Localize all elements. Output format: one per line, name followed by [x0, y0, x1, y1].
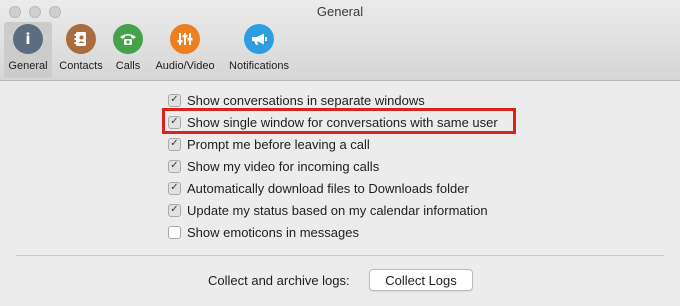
preferences-window: General i General Contacts Calls Audio/V… — [0, 0, 680, 306]
option-label: Show my video for incoming calls — [187, 158, 380, 174]
checkbox[interactable]: ✓ — [168, 181, 181, 195]
tab-label: Notifications — [229, 60, 289, 72]
megaphone-icon — [244, 24, 274, 54]
checkbox[interactable]: ✓ — [168, 203, 181, 217]
tab-audio-video[interactable]: Audio/Video — [151, 22, 219, 78]
option-prompt-leaving-call[interactable]: ✓ Prompt me before leaving a call — [168, 134, 370, 154]
contacts-icon — [66, 24, 96, 54]
option-show-video[interactable]: ✓ Show my video for incoming calls — [168, 156, 379, 176]
phone-icon — [113, 24, 143, 54]
tab-label: Audio/Video — [155, 60, 215, 72]
option-label: Automatically download files to Download… — [187, 180, 469, 196]
tab-contacts[interactable]: Contacts — [55, 22, 107, 78]
checkbox[interactable] — [168, 225, 181, 239]
tab-calls[interactable]: Calls — [111, 22, 145, 78]
window-title: General — [316, 4, 364, 19]
checkbox[interactable]: ✓ — [168, 93, 181, 107]
option-separate-windows[interactable]: ✓ Show conversations in separate windows — [168, 90, 425, 110]
info-icon: i — [13, 24, 43, 54]
divider — [16, 255, 664, 256]
highlight-box — [162, 108, 516, 134]
tab-notifications[interactable]: Notifications — [224, 22, 294, 78]
option-emoticons[interactable]: Show emoticons in messages — [168, 222, 359, 242]
tab-label: Contacts — [59, 60, 103, 72]
option-label: Prompt me before leaving a call — [187, 136, 370, 152]
sliders-icon — [170, 24, 200, 54]
option-label: Show emoticons in messages — [187, 224, 359, 240]
tab-label: General — [8, 60, 48, 72]
option-label: Show conversations in separate windows — [187, 92, 425, 108]
option-calendar-status[interactable]: ✓ Update my status based on my calendar … — [168, 200, 488, 220]
tab-label: Calls — [115, 60, 141, 72]
option-auto-download[interactable]: ✓ Automatically download files to Downlo… — [168, 178, 469, 198]
checkbox[interactable]: ✓ — [168, 137, 181, 151]
tab-general[interactable]: i General — [4, 22, 52, 78]
checkbox[interactable]: ✓ — [168, 159, 181, 173]
logs-label: Collect and archive logs: — [208, 273, 350, 288]
option-label: Update my status based on my calendar in… — [187, 202, 488, 218]
title-bar: General i General Contacts Calls Audio/V… — [0, 0, 680, 81]
collect-logs-button[interactable]: Collect Logs — [369, 269, 473, 291]
